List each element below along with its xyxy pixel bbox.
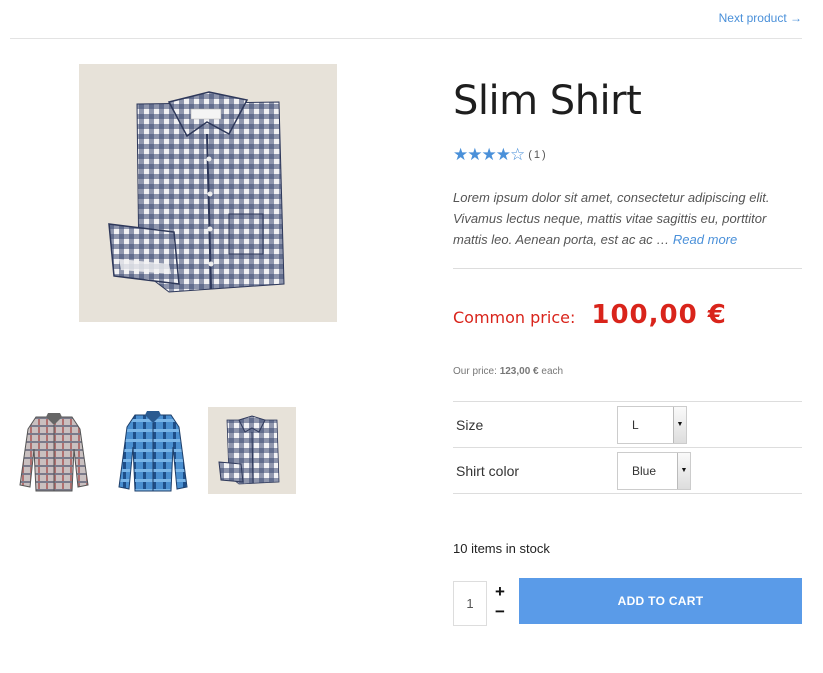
product-options: Size L ▼ Shirt color Blue ▼ [453, 401, 802, 494]
our-price-unit: each [541, 366, 564, 377]
common-price-label: Common price: [453, 308, 576, 327]
color-label: Shirt color [456, 462, 520, 479]
stock-status: 10 items in stock [453, 541, 550, 556]
thumbnail-grey-plaid[interactable] [10, 407, 98, 494]
next-product-link[interactable]: Next product → [719, 11, 802, 25]
quantity-decrease-button[interactable]: − [495, 603, 505, 620]
thumbnail-strip [10, 407, 296, 494]
our-price-value: 123,00 € [499, 366, 539, 377]
common-price-value: 100,00 € [591, 300, 727, 330]
rating-count[interactable]: (1) [528, 149, 547, 161]
our-price-label: Our price: [453, 366, 497, 377]
option-color-row: Shirt color Blue ▼ [453, 448, 802, 494]
thumbnail-navy-gingham[interactable] [208, 407, 296, 494]
thumbnail-blue-plaid[interactable] [109, 407, 197, 494]
description-divider [453, 268, 802, 269]
dropdown-arrow-icon: ▼ [677, 452, 690, 489]
size-select[interactable]: L ▼ [617, 405, 687, 444]
common-price: Common price: 100,00 € [453, 300, 727, 330]
main-product-image[interactable] [79, 64, 337, 322]
star-rating-icon: ★★★★☆ [453, 145, 525, 164]
option-size-row: Size L ▼ [453, 402, 802, 448]
top-divider [10, 38, 802, 39]
color-value: Blue [632, 463, 657, 478]
quantity-increase-button[interactable]: + [495, 583, 505, 600]
read-more-link[interactable]: Read more [673, 232, 737, 247]
rating: ★★★★☆ (1) [453, 145, 548, 165]
our-price: Our price: 123,00 € each [453, 366, 563, 377]
product-description: Lorem ipsum dolor sit amet, consectetur … [453, 187, 793, 250]
dropdown-arrow-icon: ▼ [673, 406, 686, 443]
quantity-input[interactable]: 1 [453, 581, 487, 626]
size-label: Size [456, 416, 484, 433]
add-to-cart-button[interactable]: ADD TO CART [519, 578, 802, 624]
product-title: Slim Shirt [453, 78, 642, 124]
color-select[interactable]: Blue ▼ [617, 451, 691, 490]
size-value: L [632, 417, 639, 432]
